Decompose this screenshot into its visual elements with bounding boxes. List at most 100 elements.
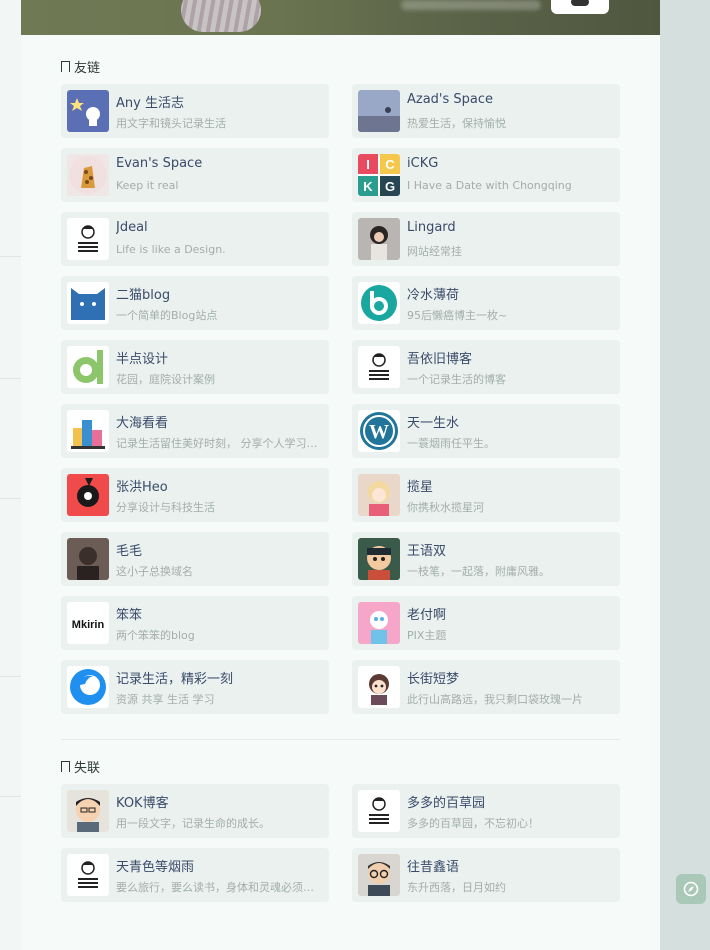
lost-grid: KOK博客 用一段文字，记录生命的成长。 多多的百草园 多多的百草园，不忘初心！ 天青色…	[61, 784, 621, 902]
friend-name: 长街短梦	[407, 672, 460, 687]
cartoon-man-icon	[67, 790, 109, 832]
section-divider	[61, 739, 620, 740]
giraffe-icon	[67, 154, 109, 196]
friend-link-card[interactable]: Any 生活志用文字和镜头记录生活	[61, 84, 329, 138]
friend-description: 要么旅行，要么读书，身体和灵魂必须有一个在路上	[116, 881, 321, 894]
friend-description: Keep it real	[116, 179, 179, 192]
friend-name: Evan's Space	[116, 156, 203, 171]
friend-name: Azad's Space	[407, 92, 494, 107]
banner-button[interactable]	[551, 0, 609, 14]
friend-link-card[interactable]: 王语双一枝笔，一起落，附庸风雅。	[352, 532, 620, 586]
compass-icon	[683, 881, 699, 897]
friend-name: 二猫blog	[116, 288, 171, 303]
friend-description: 网站经常挂	[407, 245, 462, 258]
friend-link-card[interactable]: 毛毛 这小子总换域名	[61, 532, 329, 586]
friend-description: 你携秋水揽星河	[407, 501, 484, 514]
heo-logo-icon	[67, 474, 109, 516]
friend-name: 天一生水	[407, 416, 460, 431]
friend-link-card[interactable]: Jdeal Life is like a Design.	[61, 212, 329, 266]
wordpress-icon: W	[358, 410, 400, 452]
anime-girl-icon	[358, 474, 400, 516]
friend-name: 王语双	[407, 544, 447, 559]
firefox-icon	[67, 666, 109, 708]
friend-link-card[interactable]: 老付啊 PIX主题	[352, 596, 620, 650]
friend-name: iCKG	[407, 156, 439, 171]
svg-text:K: K	[363, 179, 373, 194]
lost-section-title: 失联	[60, 757, 100, 776]
friend-description: 这小子总换域名	[116, 565, 193, 578]
svg-text:W: W	[369, 421, 389, 443]
girl-photo-icon	[358, 218, 400, 260]
friend-link-card[interactable]: Mkirin 笨笨两个笨笨的blog	[61, 596, 329, 650]
teal-logo-icon	[358, 282, 400, 324]
friend-link-card[interactable]: W 天一生水一蓑烟雨任平生。	[352, 404, 620, 458]
friend-name: 天青色等烟雨	[116, 860, 195, 875]
friend-name: 记录生活，精彩一刻	[116, 672, 234, 687]
friend-link-card[interactable]: Azad's Space 热爱生活，保持愉悦	[352, 84, 620, 138]
friend-link-card[interactable]: 记录生活，精彩一刻 资源 共享 生活 学习	[61, 660, 329, 714]
friend-name: 半点设计	[116, 352, 169, 367]
friend-name: 多多的百草园	[407, 796, 486, 811]
friends-grid: Any 生活志用文字和镜头记录生活 Azad's Space 热爱生活，保持愉悦 Ev…	[61, 84, 621, 714]
friend-link-card[interactable]: KOK博客 用一段文字，记录生命的成长。	[61, 784, 329, 838]
friend-description: 东升西落，日月如约	[407, 881, 506, 894]
friend-name: 笨笨	[116, 608, 143, 623]
friend-name: 大海看看	[116, 416, 169, 431]
friend-link-card[interactable]: 冷水薄荷 95后懒癌博主一枚~	[352, 276, 620, 330]
dark-portrait-icon	[67, 538, 109, 580]
friend-name: 揽星	[407, 480, 434, 495]
friend-description: 一蓑烟雨任平生。	[407, 437, 495, 450]
friend-link-card[interactable]: 大海看看 记录生活留住美好时刻， 分享个人学习与生活	[61, 404, 329, 458]
right-background	[660, 0, 710, 950]
mkirin-logo-icon: Mkirin	[67, 602, 109, 644]
friend-name: 张洪Heo	[116, 480, 168, 495]
theme-toggle-button[interactable]	[676, 874, 706, 904]
friend-description: 分享设计与科技生活	[116, 501, 215, 514]
svg-text:I: I	[366, 157, 370, 172]
friend-name: 冷水薄荷	[407, 288, 460, 303]
friend-name: 毛毛	[116, 544, 143, 559]
friend-description: PIX主题	[407, 629, 447, 642]
cat-icon	[67, 282, 109, 324]
striped-person-icon	[67, 218, 109, 260]
friend-description: 95后懒癌博主一枚~	[407, 309, 508, 322]
friend-link-card[interactable]: I C K G iCKG I Have a Date with Chongqing	[352, 148, 620, 202]
friend-link-card[interactable]: 半点设计 花园，庭院设计案例	[61, 340, 329, 394]
friend-description: 热爱生活，保持愉悦	[407, 117, 506, 130]
links-page: 友链 Any 生活志用文字和镜头记录生活 Azad's Space 热爱生活，保持愉…	[21, 0, 660, 950]
friend-name: 往昔鑫语	[407, 860, 460, 875]
friend-description: 两个笨笨的blog	[116, 629, 195, 642]
friend-link-card[interactable]: Lingard 网站经常挂	[352, 212, 620, 266]
friend-description: 一个简单的Blog站点	[116, 309, 218, 322]
svg-text:C: C	[385, 157, 395, 172]
friend-description: 用一段文字，记录生命的成长。	[116, 817, 270, 830]
friend-name: Any 生活志	[116, 96, 184, 111]
friend-link-card[interactable]: 二猫blog 一个简单的Blog站点	[61, 276, 329, 330]
svg-text:Mkirin: Mkirin	[72, 619, 105, 631]
friend-description: I Have a Date with Chongqing	[407, 179, 572, 192]
friend-description: 多多的百草园，不忘初心！	[407, 817, 539, 830]
bookmark-icon	[60, 761, 70, 775]
friends-section-title: 友链	[60, 57, 100, 76]
friend-link-card[interactable]: 多多的百草园多多的百草园，不忘初心！	[352, 784, 620, 838]
ickg-logo-icon: ICKG	[358, 154, 400, 196]
friend-description: 一枝笔，一起落，附庸风雅。	[407, 565, 550, 578]
cartoon-boy-icon	[358, 538, 400, 580]
striped-person-icon	[358, 346, 400, 388]
friend-description: Life is like a Design.	[116, 243, 226, 256]
header-banner-image	[21, 0, 660, 35]
friend-link-card[interactable]: 张洪Heo 分享设计与科技生活	[61, 468, 329, 522]
buildings-icon	[67, 410, 109, 452]
friend-description: 用文字和镜头记录生活	[116, 117, 226, 130]
friend-link-card[interactable]: 吾依旧博客 一个记录生活的博客	[352, 340, 620, 394]
striped-person-icon	[358, 790, 400, 832]
friend-description: 此行山高路远，我只剩口袋玫瑰一片	[407, 693, 583, 706]
friend-name: 吾依旧博客	[407, 352, 473, 367]
friend-link-card[interactable]: 揽星 你携秋水揽星河	[352, 468, 620, 522]
friend-description: 资源 共享 生活 学习	[116, 693, 215, 706]
friend-name: Jdeal	[116, 220, 148, 235]
friend-link-card[interactable]: Evan's Space Keep it real	[61, 148, 329, 202]
friend-link-card[interactable]: 天青色等烟雨要么旅行，要么读书，身体和灵魂必须有一个在路上	[61, 848, 329, 902]
friend-link-card[interactable]: 往昔鑫语东升西落，日月如约	[352, 848, 620, 902]
friend-link-card[interactable]: 长街短梦此行山高路远，我只剩口袋玫瑰一片	[352, 660, 620, 714]
